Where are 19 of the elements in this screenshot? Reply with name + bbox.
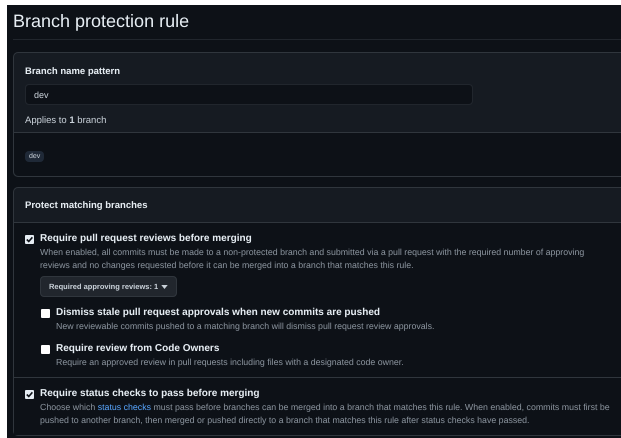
checkbox[interactable] [25,390,34,399]
checkbox[interactable] [25,235,34,244]
page-title: Branch protection rule [13,5,621,40]
branch-pattern-field[interactable]: dev [25,84,473,105]
rule-description: Require an approved review in pull requests including files with a designated code owner. [56,356,405,369]
rule-description: When enabled, all commits must be made to a non-protected branch and submitted via a pull request with the required number of approving reviews and no changes requested before it can be merged into a branch that matches this rule. [40,246,586,272]
checkbox[interactable] [41,345,50,354]
status-checks-link[interactable]: status checks [98,402,151,412]
rule-description: New reviewable commits pushed to a matching branch will dismiss pull request review approvals. [56,320,436,333]
caret-icon [161,284,168,288]
rule-description: Choose which status checks must pass before branches can be merged into a branch that matches this rule. When enabled, commits must first be pushed to another branch, then merged or pushed directly to a branch that matches this rule after status checks have passed. [40,401,611,427]
checkbox[interactable] [41,309,50,318]
rule-title: Dismiss stale pull request approvals when new commits are pushed [56,307,381,318]
section-heading: Protect matching branches [25,200,148,211]
applies-text: Applies to 1 branch [25,115,108,126]
rule-title: Require review from Code Owners [56,343,220,354]
rule-title: Require status checks to pass before merging [40,388,261,399]
field-label: Branch name pattern [25,66,122,77]
rule-title: Require pull request reviews before merging [40,233,253,244]
